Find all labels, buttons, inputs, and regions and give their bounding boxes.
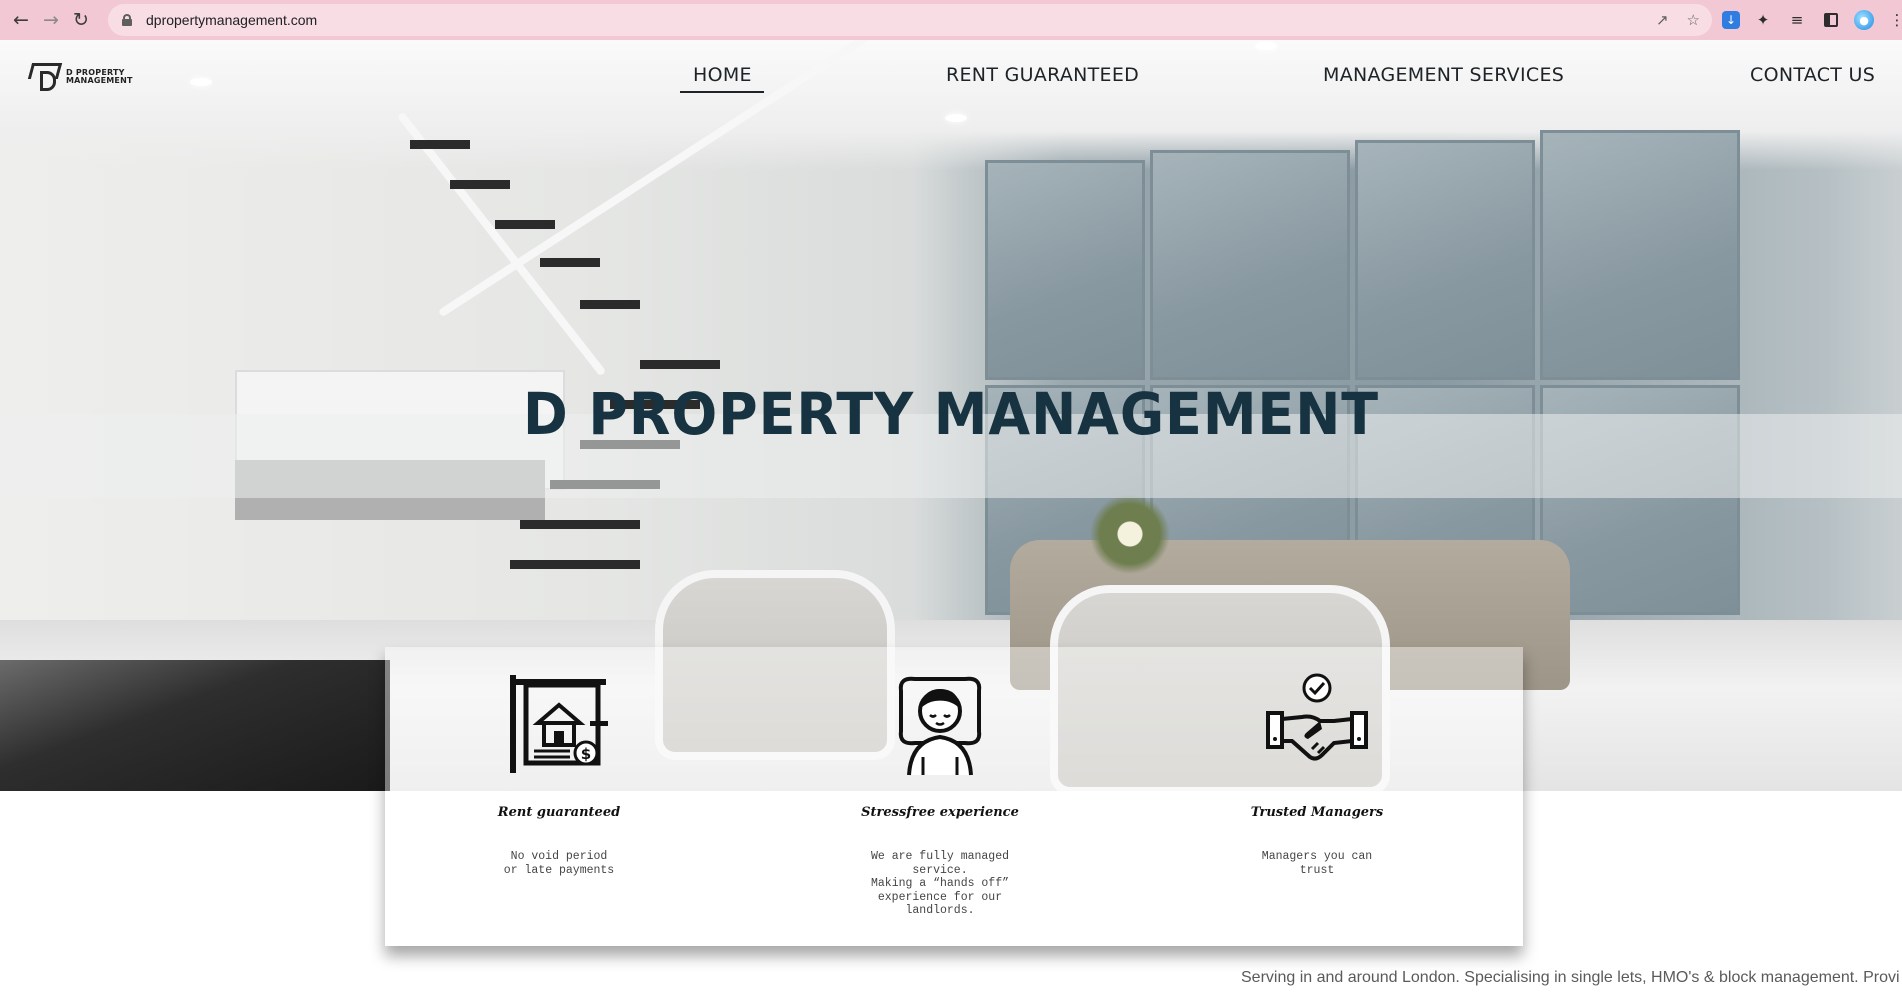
feature-title: Rent guaranteed bbox=[497, 805, 621, 820]
feature-title: Trusted Managers bbox=[1250, 805, 1384, 820]
address-bar[interactable]: dpropertymanagement.com ↗ ☆ bbox=[108, 4, 1712, 36]
star-icon[interactable]: ☆ bbox=[1687, 11, 1700, 29]
stair-step bbox=[510, 560, 640, 569]
stair-step bbox=[520, 520, 640, 529]
forward-arrow-icon[interactable]: → bbox=[36, 5, 66, 35]
ceiling-light bbox=[1255, 42, 1277, 50]
feature-trusted-managers: Trusted Managers Managers you can trust bbox=[1167, 647, 1467, 946]
wall-panel bbox=[1540, 130, 1740, 380]
wall-panel bbox=[985, 160, 1145, 380]
feature-description: We are fully managed service. Making a “… bbox=[870, 850, 1010, 917]
logo-text: D PROPERTY MANAGEMENT bbox=[66, 69, 133, 85]
sleeping-person-icon bbox=[898, 676, 982, 776]
back-arrow-icon[interactable]: ← bbox=[6, 5, 36, 35]
hero-plant bbox=[1085, 490, 1175, 600]
site-logo[interactable]: D PROPERTY MANAGEMENT bbox=[27, 62, 150, 92]
nav-home[interactable]: HOME bbox=[693, 64, 752, 86]
share-icon[interactable]: ↗ bbox=[1656, 11, 1669, 29]
feature-title: Stressfree experience bbox=[861, 805, 1019, 820]
serving-marquee-text: Serving in and around London. Specialisi… bbox=[1241, 969, 1900, 986]
svg-text:$: $ bbox=[581, 745, 591, 763]
stair-step bbox=[640, 360, 720, 369]
logo-house-icon bbox=[27, 63, 63, 91]
hero-title: D PROPERTY MANAGEMENT bbox=[522, 380, 1380, 448]
nav-management-services[interactable]: MANAGEMENT SERVICES bbox=[1323, 64, 1564, 86]
lock-icon[interactable] bbox=[122, 14, 132, 26]
nav-contact-us[interactable]: CONTACT US bbox=[1750, 64, 1875, 86]
feature-rent-guaranteed: $ Rent guaranteed No void period or late… bbox=[409, 647, 709, 946]
feature-stressfree-experience: Stressfree experience We are fully manag… bbox=[790, 647, 1090, 946]
handshake-check-icon bbox=[1266, 673, 1368, 761]
profile-icon[interactable]: ● bbox=[1854, 10, 1874, 30]
nav-active-underline bbox=[680, 91, 764, 93]
ceiling-light bbox=[945, 114, 967, 122]
hero-dark-counter bbox=[0, 660, 390, 791]
house-sign-dollar-icon: $ bbox=[510, 675, 608, 773]
wall-panel bbox=[1150, 150, 1350, 380]
side-panel-icon bbox=[1824, 13, 1838, 27]
wall-panel bbox=[1355, 140, 1535, 380]
stair-step bbox=[580, 300, 640, 309]
puzzle-icon[interactable]: ✦ bbox=[1752, 9, 1774, 31]
stair-step bbox=[540, 258, 600, 267]
side-panel-button[interactable] bbox=[1820, 9, 1842, 31]
features-card: $ Rent guaranteed No void period or late… bbox=[385, 647, 1523, 946]
stair-step bbox=[410, 140, 470, 149]
stair-step bbox=[450, 180, 510, 189]
feature-description: Managers you can trust bbox=[1261, 850, 1373, 877]
more-vertical-icon[interactable]: ⋮ bbox=[1886, 9, 1902, 31]
reload-icon[interactable]: ↻ bbox=[66, 5, 96, 35]
browser-toolbar: ← → ↻ dpropertymanagement.com ↗ ☆ ↓ ✦ ≡ … bbox=[0, 0, 1902, 40]
nav-rent-guaranteed[interactable]: RENT GUARANTEED bbox=[946, 64, 1139, 86]
reading-list-icon[interactable]: ≡ bbox=[1786, 9, 1808, 31]
feature-description: No void period or late payments bbox=[503, 850, 615, 877]
stair-step bbox=[495, 220, 555, 229]
url-text: dpropertymanagement.com bbox=[146, 12, 318, 28]
ceiling-light bbox=[190, 78, 212, 86]
download-icon[interactable]: ↓ bbox=[1722, 11, 1740, 29]
logo-line2: MANAGEMENT bbox=[66, 76, 133, 85]
